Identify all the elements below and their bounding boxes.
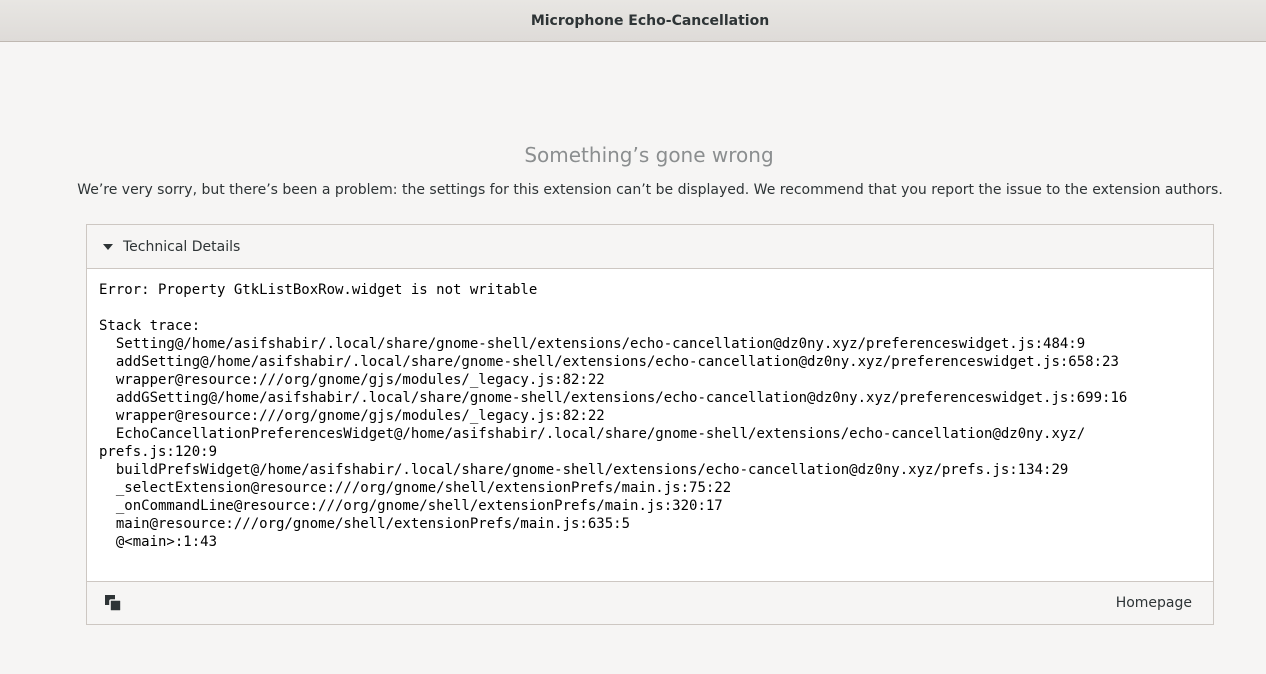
titlebar[interactable]: Microphone Echo-Cancellation xyxy=(0,0,1266,42)
error-heading: Something’s gone wrong xyxy=(524,143,774,167)
details-footer: Homepage xyxy=(87,582,1213,624)
copy-button[interactable] xyxy=(95,585,131,621)
stack-trace-text: Error: Property GtkListBoxRow.widget is … xyxy=(99,282,1128,550)
technical-details-expander[interactable]: Technical Details xyxy=(87,225,1213,269)
stack-trace-view[interactable]: Error: Property GtkListBoxRow.widget is … xyxy=(87,269,1213,582)
technical-details-label: Technical Details xyxy=(123,238,241,255)
edit-copy-icon xyxy=(105,595,122,612)
expander-arrow-down-icon xyxy=(103,243,113,250)
window-title: Microphone Echo-Cancellation xyxy=(530,12,770,29)
technical-details-frame: Technical Details Error: Property GtkLis… xyxy=(86,224,1214,625)
homepage-button[interactable]: Homepage xyxy=(1116,595,1192,611)
error-description: We’re very sorry, but there’s been a pro… xyxy=(77,182,1223,198)
